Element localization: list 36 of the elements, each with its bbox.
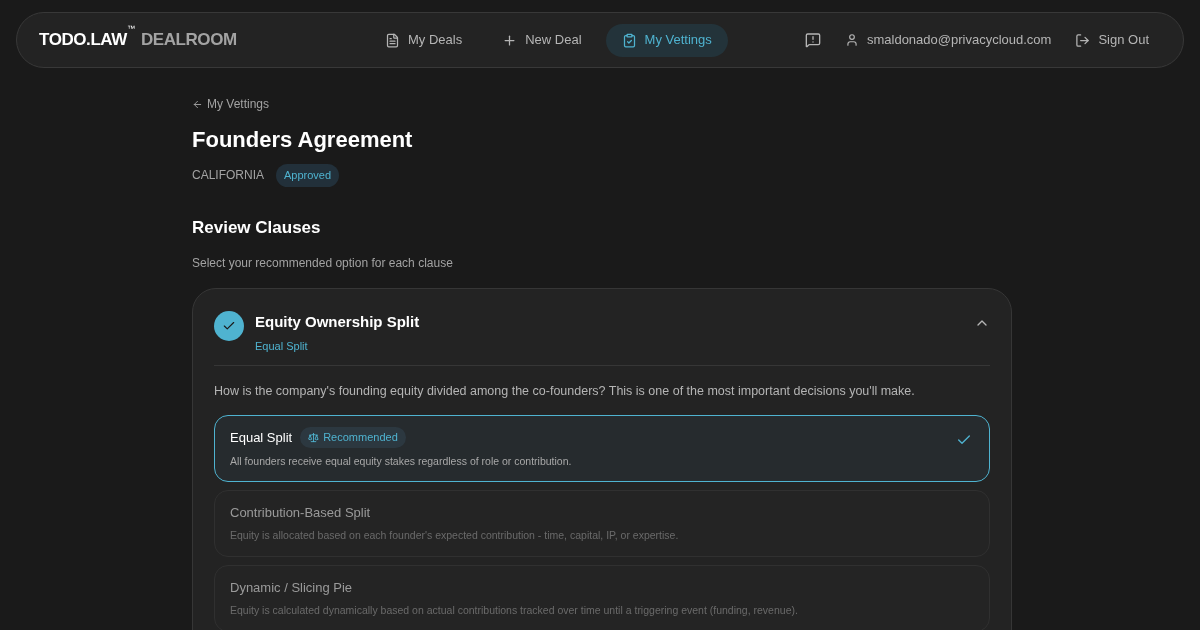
user-icon [844,33,859,47]
option-description: All founders receive equal equity stakes regardless of role or contribution. [230,453,573,469]
nav-tab[interactable]: New Deal [486,23,598,57]
back-link[interactable]: My Vettings [192,95,270,113]
clipboard-check-icon [621,32,637,48]
page-title: Founders Agreement [192,126,414,154]
nav-tab[interactable]: My Deals [369,23,479,57]
document-icon [385,32,400,48]
user-email: smaldonado@privacycloud.com [866,31,1052,50]
option-title: Contribution-Based Split [230,503,371,522]
scale-icon [308,431,320,443]
option-card[interactable]: Contribution-Based Split Equity is allocated based on each founder's expected contribution - time, capital, IP, or expertise. [214,489,990,557]
nav-tab[interactable]: My Vettings [605,23,728,57]
clause-question: How is the company's founding equity divided among the co-founders? This is one of the most important decisions you'll make. [214,383,916,400]
sign-out-icon [1075,32,1091,48]
option-description: Equity is allocated based on each founder's expected contribution - time, capital, IP, or expertise. [230,528,680,544]
brand-logo[interactable]: TODO.LAW [39,27,127,53]
feedback-icon [804,32,821,48]
section-title: Review Clauses [192,216,322,239]
trademark-mark: ™ [126,23,135,34]
section-subtitle: Select your recommended option for each clause [192,255,454,272]
jurisdiction-label: CALIFORNIA [192,167,264,185]
back-arrow-icon [192,98,203,110]
option-card[interactable]: Equal Split Recommended All founders receive equal equity stakes regardless of role or contribution. [214,414,990,482]
option-title: Equal Split [230,428,293,447]
clause-title: Equity Ownership Split [255,312,420,332]
option-description: Equity is calculated dynamically based on actual contributions tracked over time until a triggering event (funding, revenue). [230,603,799,619]
clause-header[interactable]: Equity Ownership Split Equal Split [214,311,990,366]
recommended-badge: Recommended [300,427,406,448]
option-title: Dynamic / Slicing Pie [230,578,353,597]
status-badge: Approved [276,164,340,187]
product-name: DEALROOM [140,29,237,52]
sign-out-button[interactable]: Sign Out [1075,30,1149,50]
plus-icon [502,32,518,48]
selected-answer: Equal Split [255,338,309,354]
option-card[interactable]: Dynamic / Slicing Pie Equity is calculated dynamically based on actual contributions tracked over time until a triggering event (funding, revenue). [214,564,990,630]
